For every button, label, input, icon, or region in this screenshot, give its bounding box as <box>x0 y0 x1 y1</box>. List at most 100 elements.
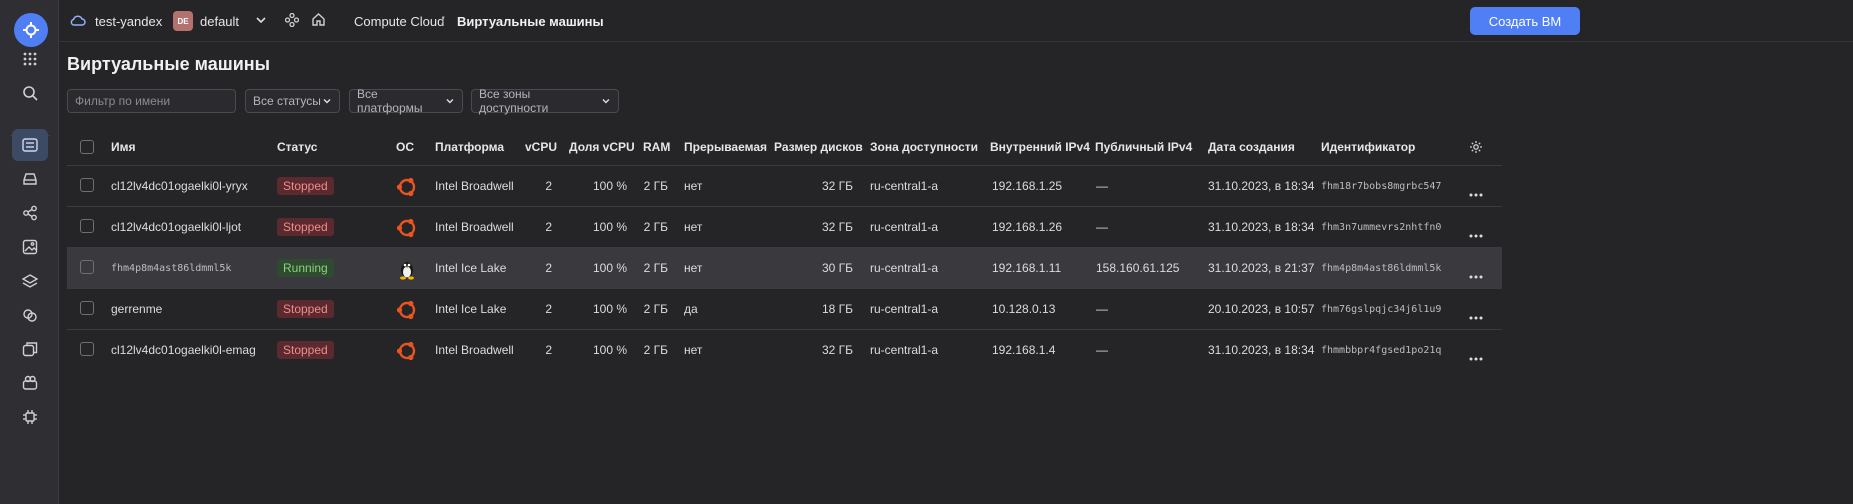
disk-size: 30 ГБ <box>821 261 853 275</box>
folder-badge: DE <box>173 11 193 31</box>
table-row[interactable]: cl12lv4dc01ogaelki0l-emag Stopped Intel … <box>67 330 1502 371</box>
page-title: Виртуальные машины <box>67 54 271 74</box>
vm-list-icon[interactable] <box>12 129 48 161</box>
disk-size: 32 ГБ <box>821 179 853 193</box>
ram: 2 ГБ <box>643 179 668 193</box>
created-date: 31.10.2023, в 18:34 <box>1208 220 1315 234</box>
platform: Intel Broadwell <box>435 343 514 357</box>
more-actions-icon[interactable] <box>1469 308 1483 323</box>
row-checkbox[interactable] <box>80 342 94 356</box>
ipv4-internal: 192.168.1.26 <box>992 220 1063 234</box>
vcpu: 2 <box>545 179 552 193</box>
col-status[interactable]: Статус <box>277 140 317 154</box>
status-badge: Stopped <box>277 341 334 359</box>
row-checkbox[interactable] <box>80 219 94 233</box>
vm-id[interactable]: fhmmbbpr4fgsed1po21q <box>1321 345 1441 356</box>
row-checkbox[interactable] <box>80 301 94 315</box>
col-ipv4-internal[interactable]: Внутренний IPv4 <box>990 140 1090 154</box>
vcpu-share: 100 % <box>592 179 627 193</box>
ipv4-public: — <box>1096 343 1108 357</box>
search-icon[interactable] <box>12 77 48 109</box>
image-icon[interactable] <box>12 231 48 263</box>
cloud-name[interactable]: test-yandex <box>95 14 162 29</box>
more-actions-icon[interactable] <box>1469 185 1483 200</box>
home-icon[interactable] <box>311 12 326 30</box>
table-header: Имя Статус ОС Платформа vCPU Доля vCPU R… <box>67 128 1502 166</box>
vcpu-share: 100 % <box>592 220 627 234</box>
compute-cloud-logo-icon[interactable] <box>14 13 48 47</box>
col-os[interactable]: ОС <box>396 140 414 154</box>
ram: 2 ГБ <box>643 220 668 234</box>
chevron-down-icon[interactable] <box>255 14 267 29</box>
ipv4-internal: 10.128.0.13 <box>992 302 1056 316</box>
row-checkbox[interactable] <box>80 260 94 274</box>
ram: 2 ГБ <box>643 343 668 357</box>
col-disk[interactable]: Размер дисков <box>774 140 863 154</box>
table-row[interactable]: cl12lv4dc01ogaelki0l-yryx Stopped Intel … <box>67 166 1502 207</box>
name-filter-input[interactable] <box>67 89 236 113</box>
vm-name[interactable]: cl12lv4dc01ogaelki0l-emag <box>111 343 256 357</box>
vm-id[interactable]: fhm76gslpqjc34j6l1u9 <box>1321 304 1441 315</box>
breadcrumb-compute-cloud[interactable]: Compute Cloud <box>354 14 444 29</box>
select-all-checkbox[interactable] <box>80 140 94 154</box>
table-row[interactable]: gerrenme Stopped Intel Ice Lake 2 100 % … <box>67 289 1502 330</box>
network-icon[interactable] <box>12 197 48 229</box>
col-id[interactable]: Идентификатор <box>1321 140 1415 154</box>
gear-icon[interactable] <box>1469 140 1483 157</box>
more-actions-icon[interactable] <box>1469 349 1483 364</box>
ipv4-public: — <box>1096 302 1108 316</box>
vm-name[interactable]: gerrenme <box>111 302 162 316</box>
folder-name[interactable]: default <box>200 14 239 29</box>
platform: Intel Ice Lake <box>435 302 507 316</box>
vm-name[interactable]: cl12lv4dc01ogaelki0l-ljot <box>111 220 241 234</box>
col-ram[interactable]: RAM <box>643 140 670 154</box>
chip-icon[interactable] <box>12 401 48 433</box>
ipv4-public: 158.160.61.125 <box>1096 261 1180 275</box>
ubuntu-icon <box>396 299 418 321</box>
ipv4-internal: 192.168.1.11 <box>992 261 1062 275</box>
disk-icon[interactable] <box>12 163 48 195</box>
vm-id[interactable]: fhm18r7bobs8mgrbc547 <box>1321 181 1441 192</box>
zone: ru-central1-a <box>870 302 939 316</box>
preemptible: нет <box>684 179 703 193</box>
preemptible: нет <box>684 261 703 275</box>
table-row[interactable]: cl12lv4dc01ogaelki0l-ljot Stopped Intel … <box>67 207 1502 248</box>
platform-filter-value: Все платформы <box>357 87 423 115</box>
status-filter-select[interactable]: Все статусы <box>245 89 340 113</box>
placement-groups-icon[interactable] <box>12 367 48 399</box>
layers-icon[interactable] <box>12 265 48 297</box>
created-date: 31.10.2023, в 18:34 <box>1208 179 1315 193</box>
table-row[interactable]: fhm4p8m4ast86ldmml5k Running Intel Ice L… <box>67 248 1502 289</box>
more-actions-icon[interactable] <box>1469 267 1483 282</box>
col-name[interactable]: Имя <box>111 140 136 154</box>
created-date: 31.10.2023, в 18:34 <box>1208 343 1315 357</box>
instance-groups-icon[interactable] <box>12 299 48 331</box>
vm-name[interactable]: cl12lv4dc01ogaelki0l-yryx <box>111 179 248 193</box>
col-vcpu-share[interactable]: Доля vCPU <box>569 140 635 154</box>
services-icon[interactable] <box>284 12 300 30</box>
status-filter-value: Все статусы <box>253 94 321 108</box>
zone-filter-select[interactable]: Все зоны доступности <box>471 87 619 115</box>
preemptible: нет <box>684 220 703 234</box>
col-ipv4-public[interactable]: Публичный IPv4 <box>1095 140 1192 154</box>
more-actions-icon[interactable] <box>1469 226 1483 241</box>
status-badge: Stopped <box>277 300 334 318</box>
vm-id[interactable]: fhm3n7ummevrs2nhtfn0 <box>1321 222 1441 233</box>
col-platform[interactable]: Платформа <box>435 140 504 154</box>
col-vcpu[interactable]: vCPU <box>525 140 557 154</box>
ubuntu-icon <box>396 176 418 198</box>
col-created[interactable]: Дата создания <box>1208 140 1295 154</box>
snapshots-icon[interactable] <box>12 333 48 365</box>
create-vm-button[interactable]: Создать ВМ <box>1470 7 1580 35</box>
ipv4-public: — <box>1096 220 1108 234</box>
row-checkbox[interactable] <box>80 178 94 192</box>
vm-name[interactable]: fhm4p8m4ast86ldmml5k <box>111 263 231 274</box>
disk-size: 32 ГБ <box>821 220 853 234</box>
platform: Intel Broadwell <box>435 220 514 234</box>
platform-filter-select[interactable]: Все платформы <box>349 87 463 115</box>
col-zone[interactable]: Зона доступности <box>870 140 978 154</box>
apps-grid-icon[interactable] <box>12 43 48 75</box>
vcpu-share: 100 % <box>592 302 627 316</box>
vm-id[interactable]: fhm4p8m4ast86ldmml5k <box>1321 263 1441 274</box>
col-preemptible[interactable]: Прерываемая <box>684 140 767 154</box>
